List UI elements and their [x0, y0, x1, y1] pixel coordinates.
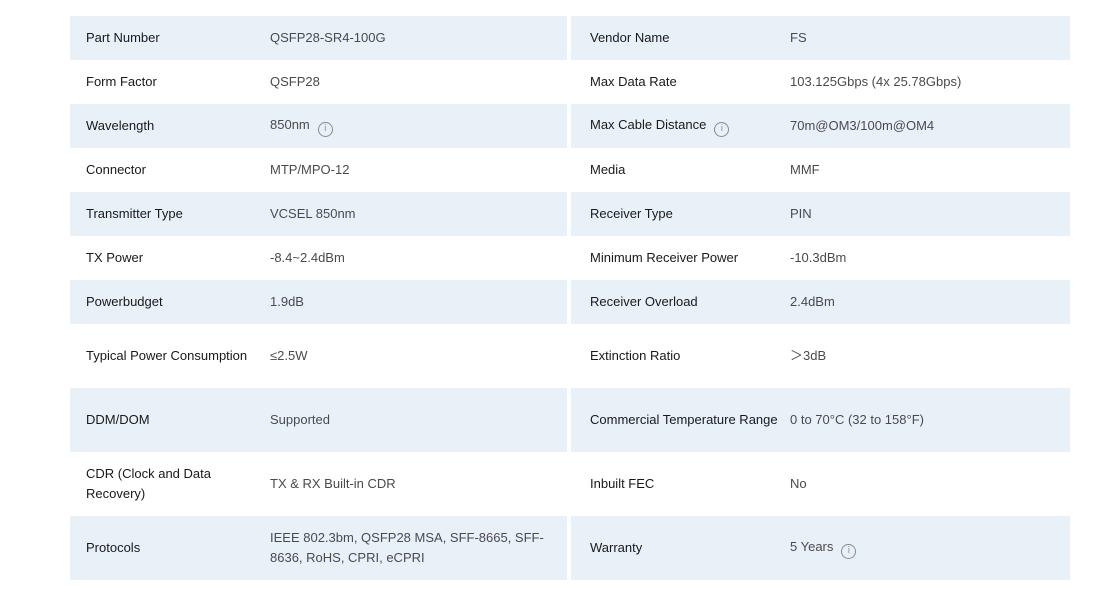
- spec-value: 5 Years i: [790, 537, 1070, 559]
- spec-cell-right: Media MMF: [571, 148, 1070, 192]
- spec-label: Extinction Ratio: [590, 348, 681, 363]
- spec-label: Minimum Receiver Power: [590, 250, 739, 265]
- spec-value: 850nm i: [270, 115, 567, 137]
- spec-label-text: Max Cable Distance: [590, 117, 707, 132]
- spec-row-cdr: CDR (Clock and Data Recovery) TX & RX Bu…: [70, 452, 1070, 516]
- spec-label: DDM/DOM: [86, 412, 150, 427]
- spec-cell-right: Warranty 5 Years i: [571, 516, 1070, 580]
- spec-value: -10.3dBm: [790, 250, 847, 265]
- spec-cell-right: Commercial Temperature Range 0 to 70°C (…: [571, 388, 1070, 452]
- spec-cell-left: Powerbudget 1.9dB: [70, 280, 567, 324]
- spec-value: MTP/MPO-12: [270, 162, 350, 177]
- spec-value: 2.4dBm: [790, 294, 835, 309]
- spec-value: No: [790, 476, 807, 491]
- spec-cell-left: Form Factor QSFP28: [70, 60, 567, 104]
- spec-cell-right: Max Data Rate 103.125Gbps (4x 25.78Gbps): [571, 60, 1070, 104]
- spec-label: Max Data Rate: [590, 74, 677, 89]
- spec-label: Max Cable Distance i: [571, 115, 790, 137]
- spec-row-wavelength: Wavelength 850nm i Max Cable Distance i 70…: [70, 104, 1070, 148]
- spec-value-text: 5 Years: [790, 539, 834, 554]
- spec-row-powerbudget: Powerbudget 1.9dB Receiver Overload 2.4d…: [70, 280, 1070, 324]
- spec-value: -8.4~2.4dBm: [270, 250, 345, 265]
- spec-label: Inbuilt FEC: [590, 476, 655, 491]
- spec-cell-right: Vendor Name FS: [571, 16, 1070, 60]
- spec-row-protocols: Protocols IEEE 802.3bm, QSFP28 MSA, SFF-…: [70, 516, 1070, 580]
- info-circle-icon[interactable]: i: [317, 122, 333, 137]
- spec-label: TX Power: [86, 250, 144, 265]
- spec-value: FS: [790, 30, 807, 45]
- spec-label: Typical Power Consumption: [86, 348, 248, 363]
- spec-row-power-consumption: Typical Power Consumption ≤2.5W Extincti…: [70, 324, 1070, 388]
- info-circle-icon[interactable]: i: [714, 122, 730, 137]
- spec-row-transmitter-type: Transmitter Type VCSEL 850nm Receiver Ty…: [70, 192, 1070, 236]
- spec-value: ＞3dB: [790, 348, 827, 363]
- spec-cell-left: Part Number QSFP28-SR4-100G: [70, 16, 567, 60]
- spec-label: Transmitter Type: [86, 206, 183, 221]
- spec-row-ddm-dom: DDM/DOM Supported Commercial Temperature…: [70, 388, 1070, 452]
- spec-value: IEEE 802.3bm, QSFP28 MSA, SFF-8665, SFF-…: [270, 530, 544, 565]
- spec-value: QSFP28-SR4-100G: [270, 30, 386, 45]
- spec-label: Commercial Temperature Range: [590, 412, 778, 427]
- spec-value: PIN: [790, 206, 812, 221]
- spec-label: Wavelength: [86, 118, 155, 133]
- spec-label: Part Number: [86, 30, 160, 45]
- spec-value: TX & RX Built-in CDR: [270, 476, 396, 491]
- spec-cell-left: Typical Power Consumption ≤2.5W: [70, 324, 567, 388]
- spec-label: Receiver Overload: [590, 294, 698, 309]
- spec-label: Protocols: [86, 540, 141, 555]
- spec-cell-right: Extinction Ratio ＞3dB: [571, 324, 1070, 388]
- spec-value: Supported: [270, 412, 330, 427]
- spec-label: Connector: [86, 162, 146, 177]
- spec-value: 1.9dB: [270, 294, 304, 309]
- spec-cell-right: Minimum Receiver Power -10.3dBm: [571, 236, 1070, 280]
- spec-cell-right: Receiver Overload 2.4dBm: [571, 280, 1070, 324]
- spec-value: 0 to 70°C (32 to 158°F): [790, 412, 924, 427]
- spec-value: 70m@OM3/100m@OM4: [790, 118, 935, 133]
- spec-label: Media: [590, 162, 626, 177]
- spec-row-part-number: Part Number QSFP28-SR4-100G Vendor Name …: [70, 16, 1070, 60]
- spec-row-form-factor: Form Factor QSFP28 Max Data Rate 103.125…: [70, 60, 1070, 104]
- info-circle-icon[interactable]: i: [841, 544, 857, 559]
- spec-cell-right: Max Cable Distance i 70m@OM3/100m@OM4: [571, 104, 1070, 148]
- spec-value: MMF: [790, 162, 820, 177]
- spec-cell-left: Wavelength 850nm i: [70, 104, 567, 148]
- spec-cell-left: TX Power -8.4~2.4dBm: [70, 236, 567, 280]
- spec-label: Receiver Type: [590, 206, 673, 221]
- spec-value-text: 850nm: [270, 117, 310, 132]
- spec-value: VCSEL 850nm: [270, 206, 356, 221]
- spec-row-connector: Connector MTP/MPO-12 Media MMF: [70, 148, 1070, 192]
- spec-label: CDR (Clock and Data Recovery): [86, 466, 211, 501]
- spec-cell-left: CDR (Clock and Data Recovery) TX & RX Bu…: [70, 452, 567, 516]
- spec-cell-right: Receiver Type PIN: [571, 192, 1070, 236]
- spec-label: Powerbudget: [86, 294, 163, 309]
- spec-row-tx-power: TX Power -8.4~2.4dBm Minimum Receiver Po…: [70, 236, 1070, 280]
- spec-cell-left: Transmitter Type VCSEL 850nm: [70, 192, 567, 236]
- spec-value: 103.125Gbps (4x 25.78Gbps): [790, 74, 962, 89]
- spec-value: QSFP28: [270, 74, 320, 89]
- spec-cell-left: DDM/DOM Supported: [70, 388, 567, 452]
- spec-label: Form Factor: [86, 74, 157, 89]
- spec-cell-right: Inbuilt FEC No: [571, 452, 1070, 516]
- spec-cell-left: Connector MTP/MPO-12: [70, 148, 567, 192]
- spec-label: Warranty: [590, 540, 643, 555]
- spec-label: Vendor Name: [590, 30, 670, 45]
- spec-table: Part Number QSFP28-SR4-100G Vendor Name …: [70, 16, 1070, 580]
- spec-cell-left: Protocols IEEE 802.3bm, QSFP28 MSA, SFF-…: [70, 516, 567, 580]
- spec-value: ≤2.5W: [270, 348, 308, 363]
